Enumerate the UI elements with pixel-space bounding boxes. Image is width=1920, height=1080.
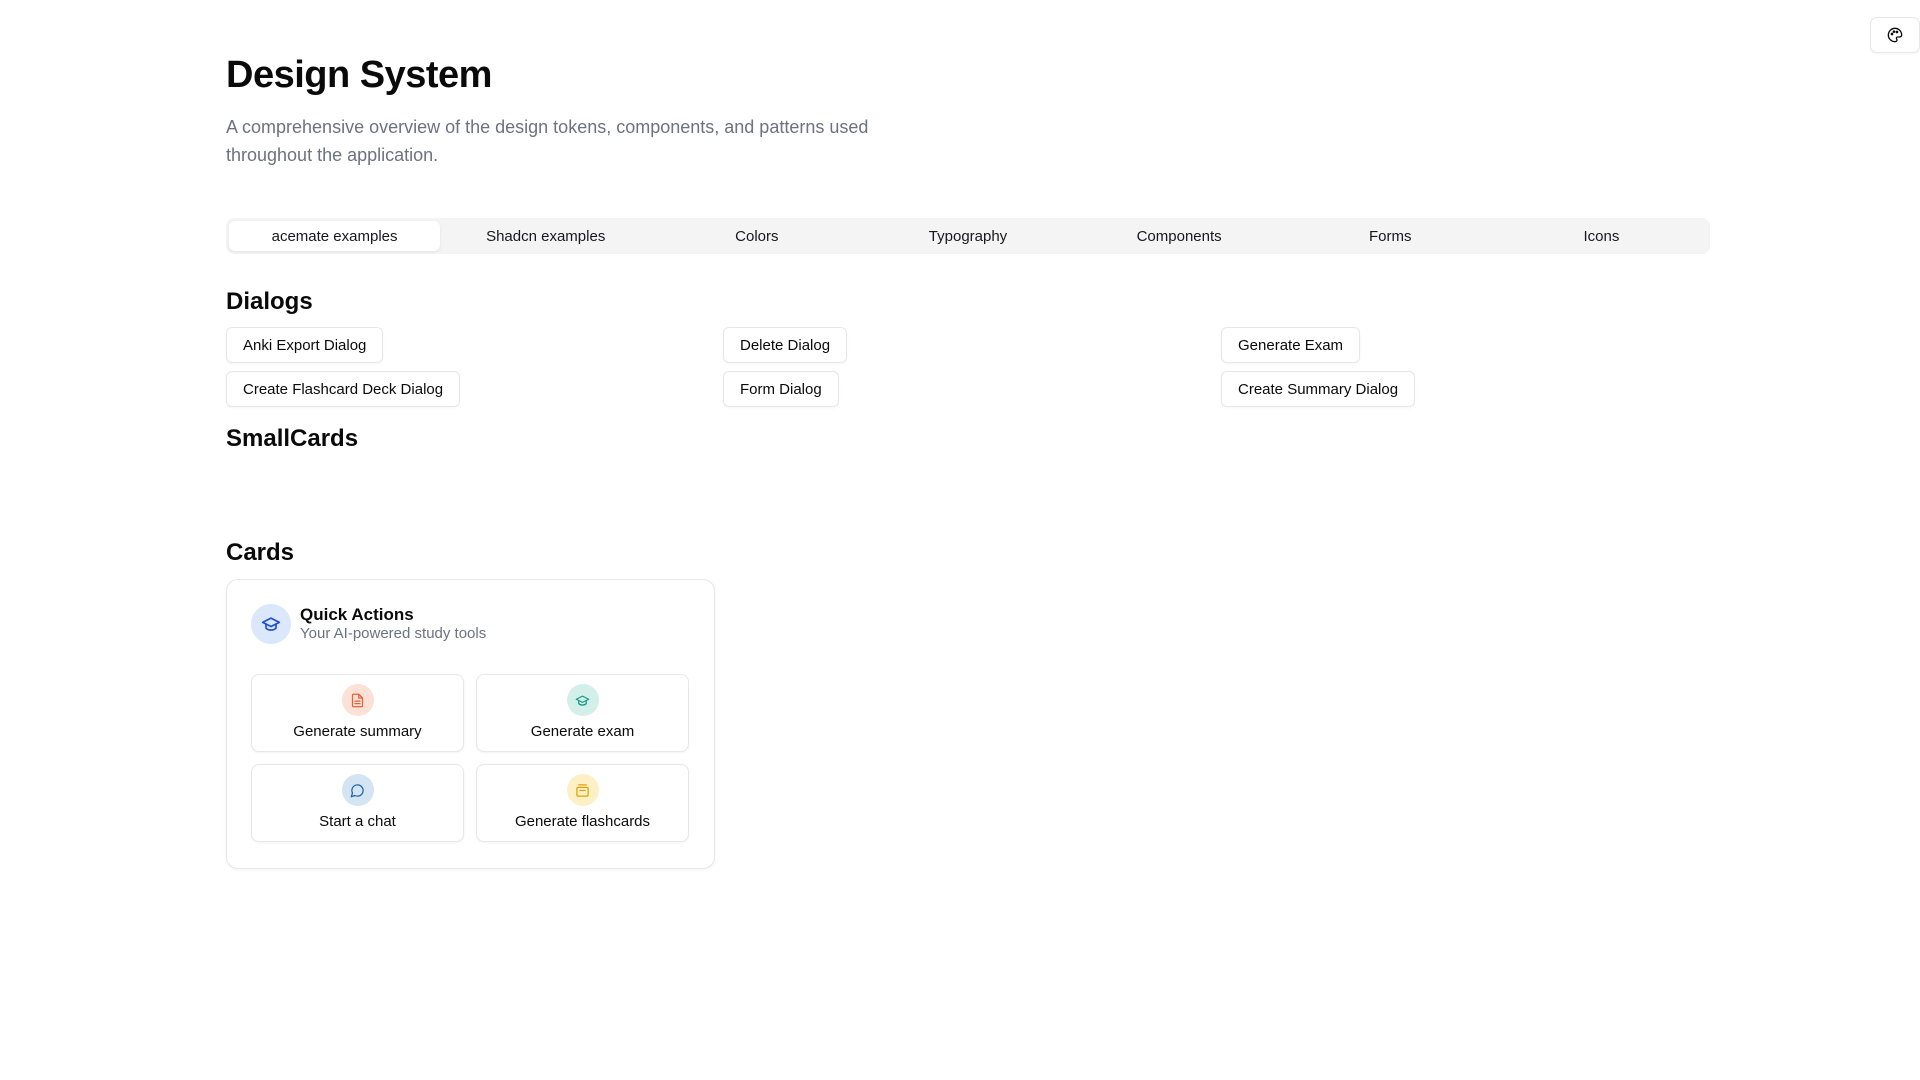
delete-dialog-button[interactable]: Delete Dialog (723, 327, 848, 363)
action-label: Generate summary (293, 723, 422, 740)
page-description: A comprehensive overview of the design t… (226, 117, 869, 165)
quick-actions-header-icon (251, 604, 291, 644)
generate-flashcards-action[interactable]: Generate flashcards (476, 764, 689, 842)
tab-shadcn-examples[interactable]: Shadcn examples (440, 221, 651, 251)
graduation-cap-icon (261, 617, 281, 631)
anki-export-dialog-button[interactable]: Anki Export Dialog (226, 327, 384, 363)
palette-icon (1887, 27, 1903, 43)
generate-flashcards-icon-wrap (566, 774, 599, 806)
tab-icons[interactable]: Icons (1496, 221, 1707, 251)
theme-toggle-button[interactable] (1870, 17, 1920, 53)
dialogs-heading: Dialogs (226, 288, 313, 315)
quick-actions-card: Quick Actions Your AI-powered study tool… (226, 579, 715, 869)
tab-components[interactable]: Components (1074, 221, 1285, 251)
form-dialog-button[interactable]: Form Dialog (723, 371, 839, 407)
cards-heading: Cards (226, 539, 295, 566)
start-chat-action[interactable]: Start a chat (251, 764, 464, 842)
create-flashcard-deck-dialog-button[interactable]: Create Flashcard Deck Dialog (226, 371, 461, 407)
design-system-page: Design System A comprehensive overview o… (0, 0, 1920, 1080)
generate-summary-action[interactable]: Generate summary (251, 674, 464, 752)
card-subtitle: Your AI-powered study tools (300, 625, 487, 642)
generate-summary-icon-wrap (341, 684, 374, 716)
create-summary-dialog-button[interactable]: Create Summary Dialog (1221, 371, 1416, 407)
card-title: Quick Actions (300, 605, 414, 624)
smallcards-heading: SmallCards (226, 425, 359, 452)
tab-acemate-examples[interactable]: acemate examples (229, 221, 441, 251)
generate-exam-icon-wrap (566, 684, 599, 716)
tab-typography[interactable]: Typography (862, 221, 1073, 251)
layers-icon (576, 783, 589, 797)
graduation-cap-icon (575, 695, 590, 706)
page-title: Design System (226, 54, 492, 96)
message-circle-icon (350, 783, 364, 797)
start-chat-icon-wrap (341, 774, 374, 806)
action-label: Start a chat (319, 813, 396, 830)
action-label: Generate exam (530, 723, 635, 740)
tab-forms[interactable]: Forms (1285, 221, 1496, 251)
action-label: Generate flashcards (514, 813, 651, 830)
generate-exam-action[interactable]: Generate exam (476, 674, 689, 752)
file-text-icon (351, 693, 364, 707)
tab-colors[interactable]: Colors (651, 221, 862, 251)
tab-list: acemate examples Shadcn examples Colors … (226, 218, 1710, 254)
generate-exam-button[interactable]: Generate Exam (1221, 327, 1361, 363)
